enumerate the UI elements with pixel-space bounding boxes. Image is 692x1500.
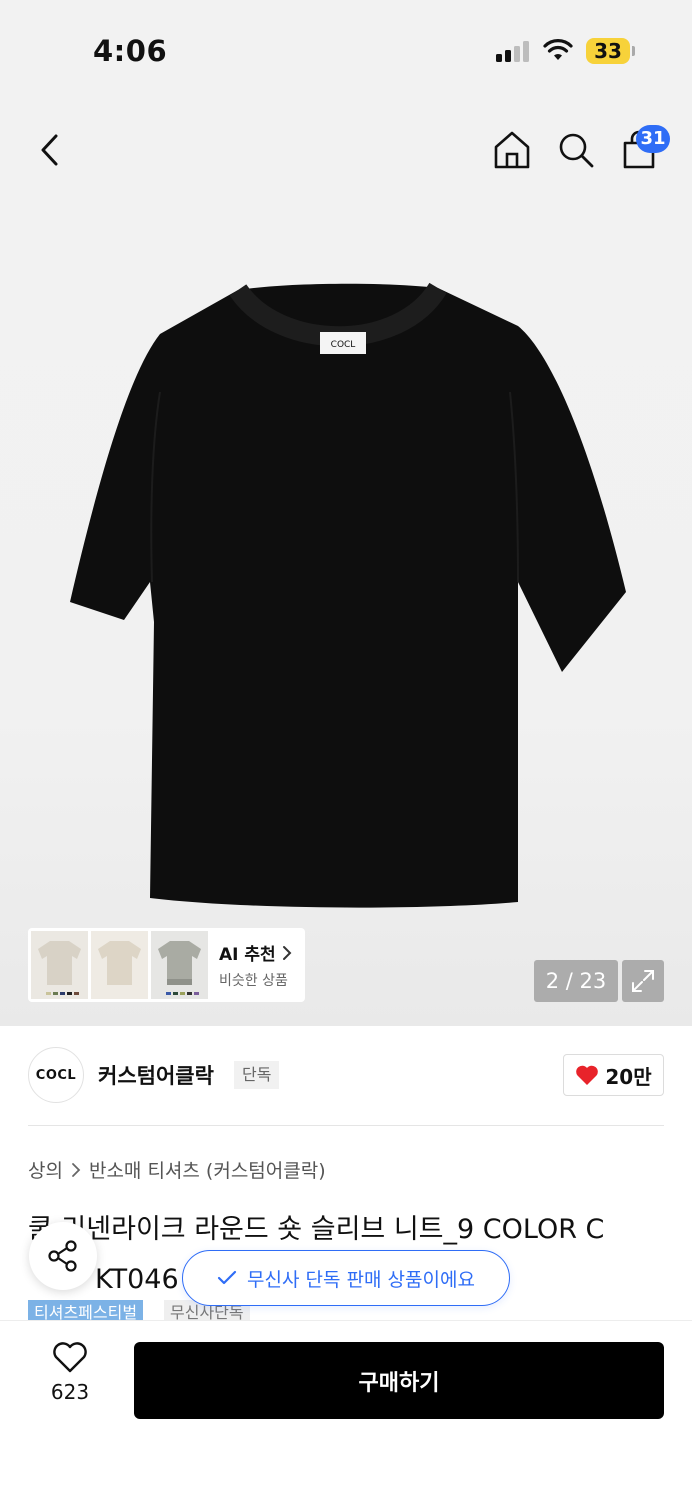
product-tshirt-image: COCL [70, 282, 626, 908]
buy-button[interactable]: 구매하기 [134, 1342, 664, 1419]
color-swatches [46, 992, 79, 995]
ai-recommend-card[interactable]: AI 추천 비슷한 상품 [28, 928, 305, 1002]
breadcrumb: 상의 반소매 티셔츠 (커스텀어클락) [28, 1156, 326, 1183]
cellular-signal-icon [496, 40, 532, 62]
brand-exclusive-tag: 단독 [234, 1061, 280, 1089]
tshirt-thumbnail-icon [38, 941, 81, 985]
cart-count-badge: 31 [636, 125, 670, 153]
wifi-icon [543, 39, 573, 60]
heart-outline-icon [53, 1342, 87, 1373]
color-swatches [166, 992, 199, 995]
chevron-right-icon [72, 1162, 81, 1177]
image-pager: 2 / 23 [534, 960, 618, 1002]
product-title-line2: KT046 [95, 1264, 179, 1295]
expand-image-button[interactable] [622, 960, 664, 1002]
ai-thumbnail-3[interactable] [151, 931, 208, 999]
status-time: 4:06 [93, 34, 168, 68]
wishlist-button[interactable]: 623 [40, 1342, 100, 1412]
home-button[interactable] [490, 128, 534, 172]
search-icon [559, 133, 594, 168]
exclusive-toast-text: 무신사 단독 판매 상품이에요 [247, 1268, 475, 1291]
brand-name[interactable]: 커스텀어클락 [98, 1060, 214, 1090]
share-icon [48, 1240, 77, 1272]
product-title: 쿨 리넨라이크 라운드 숏 슬리브 니트_9 COLOR C [28, 1214, 605, 1245]
brand-like-button[interactable]: 20만 [563, 1054, 664, 1096]
shirt-label-text: COCL [331, 340, 356, 350]
ai-recommend-title: AI 추천 [219, 945, 276, 965]
tag-festival[interactable]: 티셔츠페스티벌 [28, 1300, 144, 1322]
breadcrumb-subcategory[interactable]: 반소매 티셔츠 (커스텀어클락) [89, 1156, 326, 1183]
battery-level: 33 [586, 38, 630, 64]
chevron-right-icon [282, 945, 292, 960]
ai-thumbnail-1[interactable] [31, 931, 88, 999]
tshirt-thumbnail-icon [98, 941, 141, 985]
back-button[interactable] [30, 128, 70, 172]
battery-tip [632, 46, 635, 56]
chevron-left-icon [41, 134, 58, 166]
divider [28, 1125, 664, 1126]
tshirt-thumbnail-icon [158, 941, 201, 985]
brand-like-count: 20만 [605, 1064, 652, 1089]
ai-recommend-subtitle: 비슷한 상품 [219, 973, 288, 989]
search-button[interactable] [554, 128, 598, 172]
breadcrumb-category[interactable]: 상의 [28, 1156, 63, 1183]
brand-logo[interactable]: COCL [28, 1047, 84, 1103]
expand-icon [632, 970, 654, 992]
ai-thumbnail-2[interactable] [91, 931, 148, 999]
check-icon [217, 1270, 237, 1285]
home-icon [494, 131, 530, 169]
share-button[interactable] [29, 1222, 97, 1290]
exclusive-toast: 무신사 단독 판매 상품이에요 [182, 1250, 510, 1306]
heart-filled-icon [576, 1065, 599, 1085]
wishlist-count: 623 [50, 1380, 90, 1404]
